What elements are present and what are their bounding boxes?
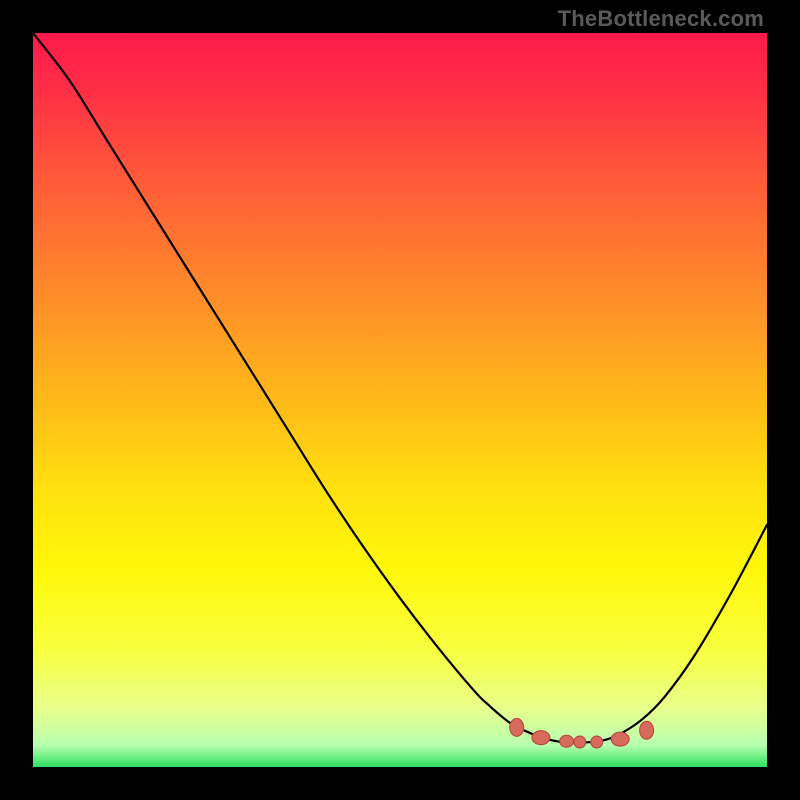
plot-area (33, 33, 767, 767)
highlight-dot (640, 721, 654, 739)
highlight-dot (574, 736, 586, 748)
watermark-text: TheBottleneck.com (558, 6, 764, 32)
chart-svg (33, 33, 767, 767)
highlight-dot (611, 732, 629, 746)
highlight-dot (591, 736, 603, 748)
bottleneck-curve (33, 33, 767, 743)
highlight-dot (560, 735, 574, 747)
highlight-dot (532, 731, 550, 745)
highlight-dot (510, 718, 524, 736)
chart-frame: TheBottleneck.com (0, 0, 800, 800)
